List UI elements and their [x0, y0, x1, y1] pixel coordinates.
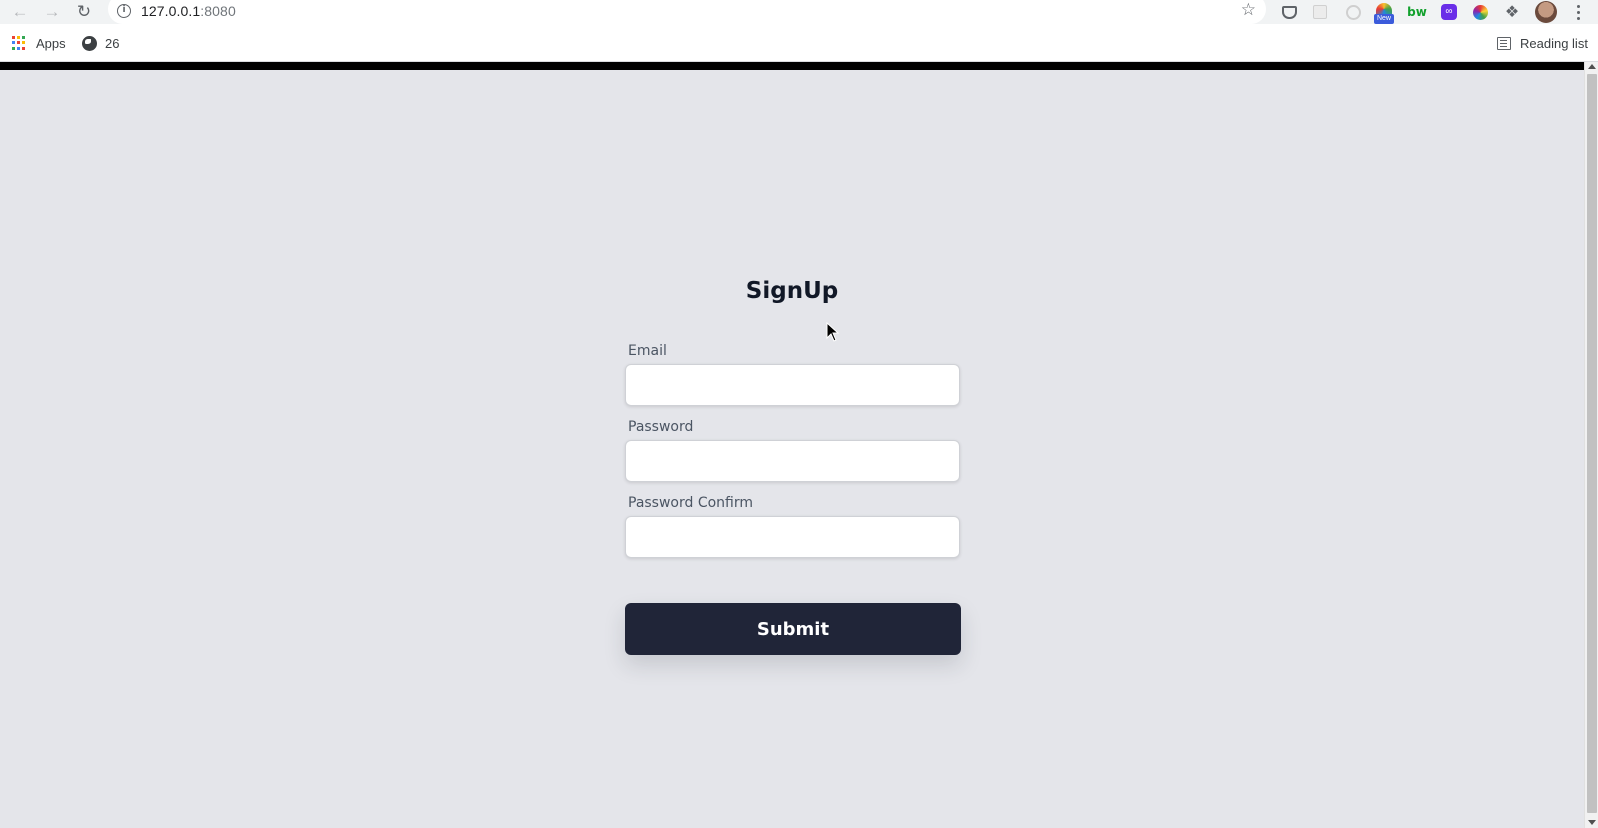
forward-arrow-icon[interactable]: → — [42, 2, 62, 22]
scroll-down-arrow-icon[interactable] — [1588, 820, 1596, 825]
site-info-icon[interactable]: i — [117, 4, 131, 18]
back-arrow-icon[interactable]: ← — [10, 2, 30, 22]
bookmark-26-label: 26 — [105, 35, 120, 51]
new-badge: New — [1374, 14, 1394, 24]
bookmark-apps[interactable]: Apps — [12, 35, 66, 51]
email-label: Email — [628, 343, 667, 359]
bookmark-apps-label: Apps — [36, 35, 66, 51]
scroll-up-arrow-icon[interactable] — [1588, 64, 1596, 69]
password-confirm-field[interactable] — [625, 516, 960, 558]
url-host: 127.0.0.1 — [141, 3, 201, 19]
bw-extension-icon[interactable]: bw — [1407, 2, 1427, 22]
bookmark-26[interactable]: 26 — [82, 35, 119, 51]
email-field[interactable] — [625, 364, 960, 406]
rainbow-extension-icon[interactable]: New — [1374, 2, 1394, 24]
page-scrollbar[interactable] — [1584, 62, 1598, 828]
scroll-thumb[interactable] — [1587, 74, 1597, 813]
purple-extension-icon[interactable]: ∞ — [1439, 2, 1459, 22]
reading-list-label: Reading list — [1520, 35, 1588, 51]
globe-icon — [82, 35, 97, 51]
pocket-extension-icon[interactable] — [1279, 2, 1299, 22]
password-confirm-label: Password Confirm — [628, 495, 754, 511]
url-port: :8080 — [200, 3, 236, 19]
browser-toolbar: ← → ↻ i 127.0.0.1:8080 ☆ New bw ∞ ❖ — [0, 0, 1598, 24]
bookmark-star-icon[interactable]: ☆ — [1241, 1, 1256, 18]
address-url[interactable]: 127.0.0.1:8080 — [141, 3, 236, 19]
page-content: SignUp Email Password Password Confirm S… — [0, 70, 1584, 828]
submit-button[interactable]: Submit — [625, 603, 961, 655]
apps-grid-icon — [12, 36, 26, 50]
top-black-strip — [0, 62, 1598, 70]
reload-icon[interactable]: ↻ — [74, 2, 94, 22]
profile-avatar[interactable] — [1535, 1, 1557, 23]
address-bar[interactable]: i 127.0.0.1:8080 ☆ — [108, 0, 1266, 24]
reading-list-icon — [1497, 36, 1511, 50]
password-label: Password — [628, 419, 694, 435]
extensions-puzzle-icon[interactable]: ❖ — [1502, 2, 1522, 22]
page-title: SignUp — [745, 278, 839, 304]
gray-extension-icon[interactable] — [1310, 2, 1330, 22]
reading-list-button[interactable]: Reading list — [1497, 35, 1588, 51]
password-field[interactable] — [625, 440, 960, 482]
mouse-cursor-icon — [826, 322, 840, 342]
bookmarks-bar: Apps 26 Reading list — [0, 24, 1598, 62]
circle-extension-icon[interactable] — [1343, 2, 1363, 22]
color-wheel-extension-icon[interactable] — [1470, 2, 1490, 22]
browser-menu-icon[interactable] — [1568, 2, 1588, 22]
